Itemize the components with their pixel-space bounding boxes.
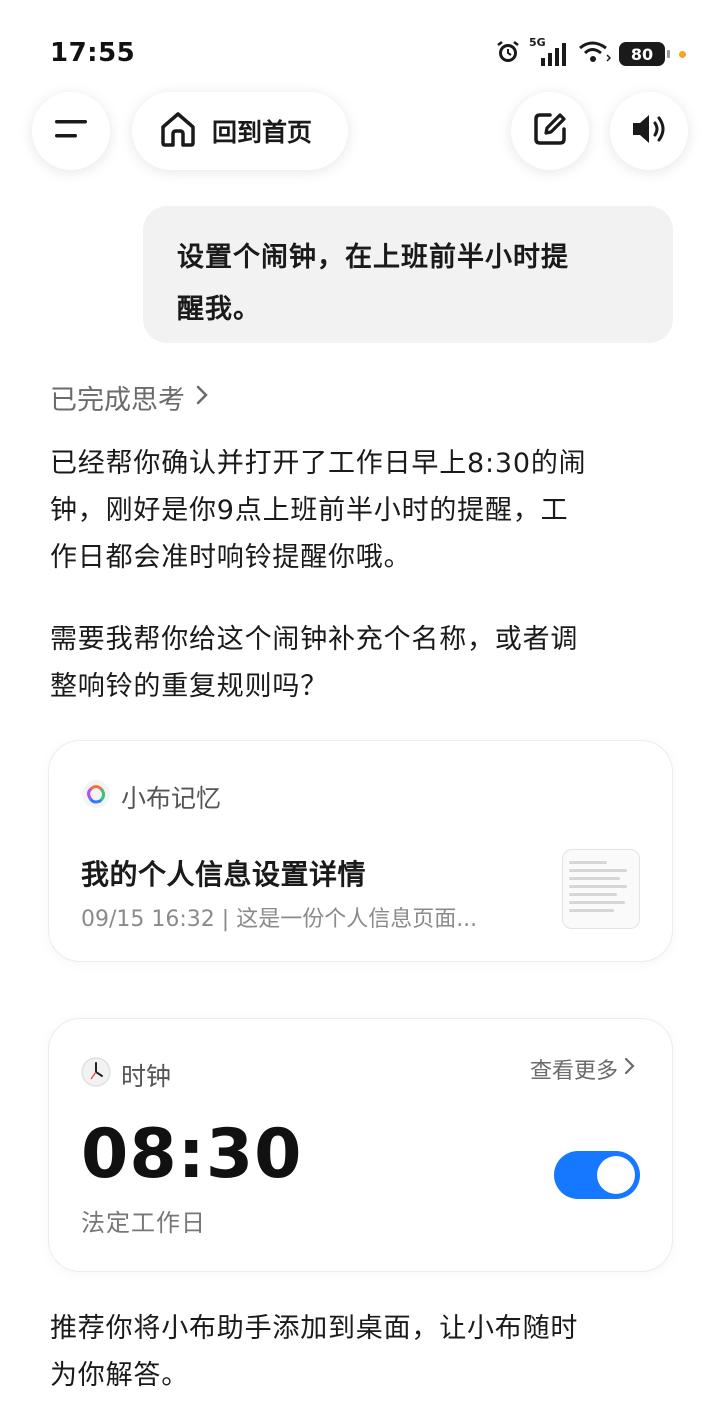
assistant-reply-paragraph: 已经帮你确认并打开了工作日早上8:30的闹 钟，刚好是你9点上班前半小时的提醒，… <box>50 440 680 581</box>
battery-dot-indicator <box>679 50 686 58</box>
home-button[interactable]: 回到首页 <box>132 92 348 170</box>
memory-thumbnail <box>562 849 640 929</box>
menu-icon <box>53 117 89 145</box>
reply-line: 为你解答。 <box>50 1360 189 1391</box>
toggle-knob <box>597 1156 635 1194</box>
reply-line: 需要我帮你给这个闹钟补充个名称，或者调 <box>50 624 579 655</box>
memory-app-icon <box>81 779 111 815</box>
battery-icon: 80 <box>619 42 670 66</box>
reply-line: 推荐你将小布助手添加到桌面，让小布随时 <box>50 1313 579 1344</box>
top-bar: 回到首页 <box>0 88 720 178</box>
thinking-label: 已完成思考 <box>50 385 185 416</box>
alarm-time: 08:30 <box>81 1115 303 1194</box>
battery-level: 80 <box>630 44 654 64</box>
view-more-link[interactable]: 查看更多 <box>530 1053 636 1085</box>
status-icons: 5G 80 <box>495 36 686 70</box>
signal-type: 5G <box>529 36 546 49</box>
clock-card[interactable]: 时钟 查看更多 08:30 法定工作日 <box>48 1018 673 1272</box>
reply-line: 钟，刚好是你9点上班前半小时的提醒，工 <box>50 495 569 526</box>
new-chat-button[interactable] <box>511 92 589 170</box>
clock-card-header: 时钟 <box>81 1057 171 1093</box>
alarm-toggle[interactable] <box>554 1151 640 1199</box>
memory-card[interactable]: 小布记忆 我的个人信息设置详情 09/15 16:32 | 这是一份个人信息页面… <box>48 740 673 962</box>
reply-line: 作日都会准时响铃提醒你哦。 <box>50 542 412 573</box>
home-button-label: 回到首页 <box>212 118 313 147</box>
clock-app-icon <box>81 1057 111 1093</box>
memory-subtitle: 09/15 16:32 | 这是一份个人信息页面... <box>81 907 478 932</box>
edit-icon <box>530 109 570 153</box>
home-icon <box>158 109 198 153</box>
clock-app-name: 时钟 <box>121 1062 172 1091</box>
thinking-toggle[interactable]: 已完成思考 <box>50 378 211 417</box>
status-time: 17:55 <box>50 38 136 68</box>
memory-app-name: 小布记忆 <box>121 784 222 813</box>
reply-line: 已经帮你确认并打开了工作日早上8:30的闹 <box>50 448 587 479</box>
assistant-reply-paragraph: 推荐你将小布助手添加到桌面，让小布随时 为你解答。 <box>50 1305 680 1399</box>
speaker-icon <box>629 109 669 153</box>
view-more-label: 查看更多 <box>529 1059 618 1084</box>
memory-title: 我的个人信息设置详情 <box>81 858 367 891</box>
user-message-bubble[interactable]: 设置个闹钟，在上班前半小时提 醒我。 <box>143 206 673 343</box>
wifi-icon <box>577 39 612 69</box>
chevron-right-icon <box>193 382 211 413</box>
status-bar: 17:55 5G 80 <box>0 0 720 100</box>
chevron-right-icon <box>622 1056 636 1082</box>
alarm-repeat-label: 法定工作日 <box>81 1209 206 1237</box>
user-message-line: 醒我。 <box>177 294 261 325</box>
menu-button[interactable] <box>32 92 110 170</box>
speaker-button[interactable] <box>610 92 688 170</box>
assistant-reply-paragraph: 需要我帮你给这个闹钟补充个名称，或者调 整响铃的重复规则吗？ <box>50 616 680 710</box>
memory-card-header: 小布记忆 <box>81 779 221 815</box>
alarm-status-icon <box>495 39 521 69</box>
reply-line: 整响铃的重复规则吗？ <box>50 671 328 702</box>
user-message-line: 设置个闹钟，在上班前半小时提 <box>177 242 569 273</box>
signal-icon: 5G <box>529 36 569 68</box>
